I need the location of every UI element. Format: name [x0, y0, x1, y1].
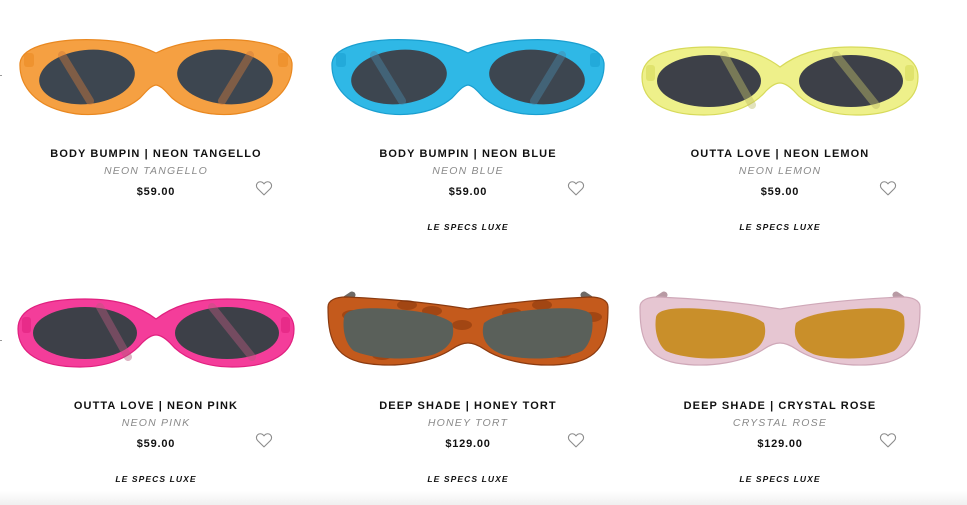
sunglasses-image [641, 46, 919, 116]
bottom-fade [0, 491, 967, 505]
product-image[interactable] [312, 0, 624, 138]
wishlist-heart-icon[interactable] [567, 432, 585, 448]
product-card[interactable]: DEEP SHADE | CRYSTAL ROSE CRYSTAL ROSE $… [624, 245, 936, 497]
product-brand: LE SPECS LUXE [739, 222, 821, 232]
product-brand: LE SPECS LUXE [427, 222, 509, 232]
wishlist-heart-icon[interactable] [255, 432, 273, 448]
wishlist-heart-icon[interactable] [567, 180, 585, 196]
product-title[interactable]: BODY BUMPIN | NEON TANGELLO [0, 148, 312, 160]
wishlist-heart-icon[interactable] [255, 180, 273, 196]
lens-right [794, 308, 905, 359]
product-brand: LE SPECS LUXE [115, 474, 197, 484]
product-image[interactable] [312, 245, 624, 390]
product-colorway: NEON PINK [121, 417, 191, 429]
product-card[interactable]: OUTTA LOVE | NEON PINK NEON PINK $59.00 … [0, 245, 312, 497]
product-card[interactable]: OUTTA LOVE | NEON LEMON NEON LEMON $59.0… [624, 0, 936, 245]
product-colorway: CRYSTAL ROSE [732, 417, 828, 429]
product-colorway: NEON BLUE [432, 165, 504, 177]
product-card[interactable]: DEEP SHADE | HONEY TORT HONEY TORT $129.… [312, 245, 624, 497]
product-image[interactable] [624, 0, 936, 138]
product-image[interactable] [624, 245, 936, 390]
sunglasses-image [17, 298, 295, 368]
lens-left [655, 308, 766, 359]
product-title[interactable]: DEEP SHADE | HONEY TORT [312, 400, 624, 412]
lens-right [482, 308, 593, 359]
sunglasses-image [19, 39, 293, 116]
product-image[interactable] [0, 0, 312, 138]
product-image[interactable] [0, 245, 312, 390]
product-card[interactable]: BODY BUMPIN | NEON TANGELLO NEON TANGELL… [0, 0, 312, 245]
product-colorway: NEON LEMON [738, 165, 822, 177]
product-title[interactable]: OUTTA LOVE | NEON LEMON [624, 148, 936, 160]
product-brand: LE SPECS LUXE [427, 474, 509, 484]
wishlist-heart-icon[interactable] [879, 432, 897, 448]
lens-left [343, 308, 454, 359]
sunglasses-image [331, 39, 605, 116]
edge-marker [0, 340, 2, 341]
sunglasses-image [327, 291, 609, 366]
product-card[interactable]: BODY BUMPIN | NEON BLUE NEON BLUE $59.00… [312, 0, 624, 245]
product-colorway: NEON TANGELLO [103, 165, 209, 177]
product-grid: BODY BUMPIN | NEON TANGELLO NEON TANGELL… [0, 0, 967, 505]
edge-marker [0, 75, 2, 76]
lens-right [799, 55, 903, 107]
product-brand: LE SPECS LUXE [739, 474, 821, 484]
product-colorway: HONEY TORT [427, 417, 509, 429]
product-title[interactable]: OUTTA LOVE | NEON PINK [0, 400, 312, 412]
sunglasses-image [639, 291, 921, 366]
wishlist-heart-icon[interactable] [879, 180, 897, 196]
product-title[interactable]: DEEP SHADE | CRYSTAL ROSE [624, 400, 936, 412]
product-title[interactable]: BODY BUMPIN | NEON BLUE [312, 148, 624, 160]
lens-right [175, 307, 279, 359]
